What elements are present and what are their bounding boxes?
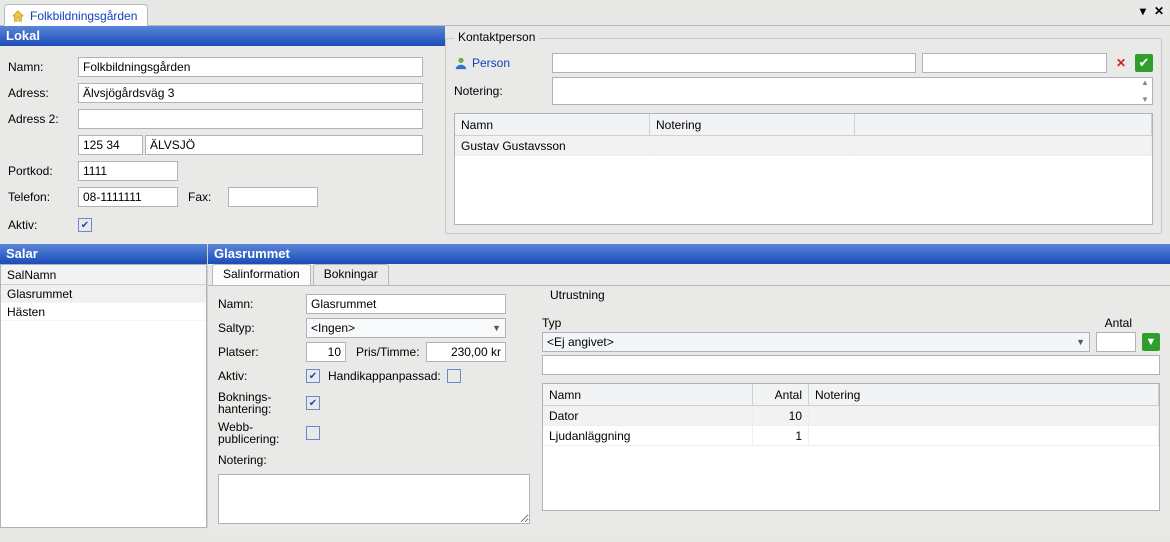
glas-panel: Glasrummet Salinformation Bokningar Namn… <box>208 244 1170 528</box>
close-icon[interactable]: ✕ <box>1154 4 1164 18</box>
utrustning-legend: Utrustning <box>546 288 609 302</box>
kontakt-grid[interactable]: Namn Notering Gustav Gustavsson <box>454 113 1153 225</box>
salar-item-1[interactable]: Hästen <box>1 303 206 321</box>
kontakt-cell-notering <box>650 136 855 155</box>
lokal-adress-label: Adress: <box>8 86 78 100</box>
kontakt-cell-extra <box>855 136 1152 155</box>
sal-platser-label: Platser: <box>218 345 306 359</box>
sal-pris-label: Pris/Timme: <box>356 345 426 359</box>
kontakt-notering-label: Notering: <box>454 84 546 98</box>
person-label: Person <box>472 56 510 70</box>
utr-cell-namn: Ljudanläggning <box>543 426 753 445</box>
lokal-namn-input[interactable] <box>78 57 423 77</box>
lokal-namn-label: Namn: <box>8 60 78 74</box>
utr-typ-select[interactable]: <Ej angivet> ▼ <box>542 332 1090 352</box>
kontakt-cell-namn: Gustav Gustavsson <box>455 136 650 155</box>
utr-typ-value: <Ej angivet> <box>547 335 614 349</box>
lokal-panel: Lokal Namn: Adress: Adress 2: <box>0 26 445 244</box>
chevron-down-icon: ▼ <box>1076 337 1085 347</box>
lokal-portkod-label: Portkod: <box>8 164 78 178</box>
sal-typ-select[interactable]: <Ingen> ▼ <box>306 318 506 338</box>
person-input-2[interactable] <box>922 53 1107 73</box>
sal-bokn-label: Boknings- hantering: <box>218 391 306 415</box>
tab-title: Folkbildningsgården <box>30 9 137 23</box>
utr-cell-antal: 1 <box>753 426 809 445</box>
sal-typ-label: Saltyp: <box>218 321 306 335</box>
tab-bokningar[interactable]: Bokningar <box>313 264 389 285</box>
utr-grid[interactable]: Namn Antal Notering Dator 10 Ljudanläggn… <box>542 383 1160 511</box>
tab-main[interactable]: Folkbildningsgården <box>4 4 148 26</box>
salinfo-form: Namn: Saltyp: <Ingen> ▼ Platser: <box>208 286 538 533</box>
confirm-icon[interactable]: ✔ <box>1135 54 1153 72</box>
utr-cell-notering <box>809 406 1159 425</box>
sal-handi-checkbox[interactable] <box>447 369 461 383</box>
lokal-aktiv-checkbox[interactable] <box>78 218 92 232</box>
lokal-adress-input[interactable] <box>78 83 423 103</box>
salar-list[interactable]: SalNamn Glasrummet Hästen <box>0 264 207 528</box>
lokal-fax-input[interactable] <box>228 187 318 207</box>
clear-icon[interactable]: ✕ <box>1113 55 1129 71</box>
sal-platser-input[interactable] <box>306 342 346 362</box>
scrollbar-icon[interactable]: ▲▼ <box>1138 78 1152 104</box>
lokal-portkod-input[interactable] <box>78 161 178 181</box>
lokal-adress2-label: Adress 2: <box>8 112 78 126</box>
utr-row-0[interactable]: Dator 10 <box>543 406 1159 426</box>
kontakt-notering-input[interactable]: ▲▼ <box>552 77 1153 105</box>
utrustning-box: Utrustning Typ Antal <Ej angivet> ▼ ▼ <box>542 290 1160 511</box>
lokal-telefon-input[interactable] <box>78 187 178 207</box>
lokal-fax-label: Fax: <box>188 190 228 204</box>
lokal-city-input[interactable] <box>145 135 423 155</box>
chevron-down-icon: ▼ <box>492 323 501 333</box>
tab-salinfo[interactable]: Salinformation <box>212 264 311 285</box>
lokal-header: Lokal <box>0 26 445 46</box>
utr-col-namn[interactable]: Namn <box>543 384 753 405</box>
sal-aktiv-label: Aktiv: <box>218 369 306 383</box>
kontakt-col-namn[interactable]: Namn <box>455 114 650 135</box>
lokal-zip-input[interactable] <box>78 135 143 155</box>
utr-typ-label: Typ <box>542 316 561 330</box>
glas-header: Glasrummet <box>208 244 1170 264</box>
utr-cell-antal: 10 <box>753 406 809 425</box>
utr-cell-notering <box>809 426 1159 445</box>
kontakt-panel: Kontaktperson Person ✕ ✔ Noteri <box>445 26 1170 244</box>
kontakt-row[interactable]: Gustav Gustavsson <box>455 136 1152 156</box>
sal-namn-input[interactable] <box>306 294 506 314</box>
person-input-1[interactable] <box>552 53 916 73</box>
add-down-icon[interactable]: ▼ <box>1142 333 1160 351</box>
sal-notering-label: Notering: <box>218 453 306 467</box>
utr-cell-namn: Dator <box>543 406 753 425</box>
sal-webb-checkbox[interactable] <box>306 426 320 440</box>
utr-col-antal[interactable]: Antal <box>753 384 809 405</box>
kontakt-col-notering[interactable]: Notering <box>650 114 855 135</box>
sal-handi-label: Handikappanpassad: <box>328 369 441 383</box>
lokal-aktiv-label: Aktiv: <box>8 218 78 232</box>
utr-filter-input[interactable] <box>542 355 1160 375</box>
person-icon <box>454 56 468 70</box>
sal-webb-label: Webb- publicering: <box>218 421 306 445</box>
salar-panel: Salar SalNamn Glasrummet Hästen <box>0 244 208 528</box>
utr-col-notering[interactable]: Notering <box>809 384 1159 405</box>
kontakt-col-extra[interactable] <box>855 114 1152 135</box>
sal-aktiv-checkbox[interactable] <box>306 369 320 383</box>
utr-antal-label: Antal <box>1105 316 1132 330</box>
tabstrip: Folkbildningsgården ▾ ✕ <box>0 0 1170 26</box>
utr-row-1[interactable]: Ljudanläggning 1 <box>543 426 1159 446</box>
utr-antal-input[interactable] <box>1096 332 1136 352</box>
sal-typ-value: <Ingen> <box>311 321 355 335</box>
lokal-adress2-input[interactable] <box>78 109 423 129</box>
salar-item-0[interactable]: Glasrummet <box>1 285 206 303</box>
sal-namn-label: Namn: <box>218 297 306 311</box>
salar-col[interactable]: SalNamn <box>1 265 206 285</box>
home-icon <box>11 9 25 23</box>
salar-header: Salar <box>0 244 207 264</box>
sal-bokn-checkbox[interactable] <box>306 396 320 410</box>
sal-pris-input[interactable] <box>426 342 506 362</box>
sal-notering-input[interactable] <box>218 474 530 524</box>
minimize-icon[interactable]: ▾ <box>1140 4 1146 18</box>
glas-tabs: Salinformation Bokningar <box>208 264 1170 286</box>
lokal-telefon-label: Telefon: <box>8 190 78 204</box>
person-link[interactable]: Person <box>454 56 546 70</box>
kontakt-legend: Kontaktperson <box>454 30 539 44</box>
